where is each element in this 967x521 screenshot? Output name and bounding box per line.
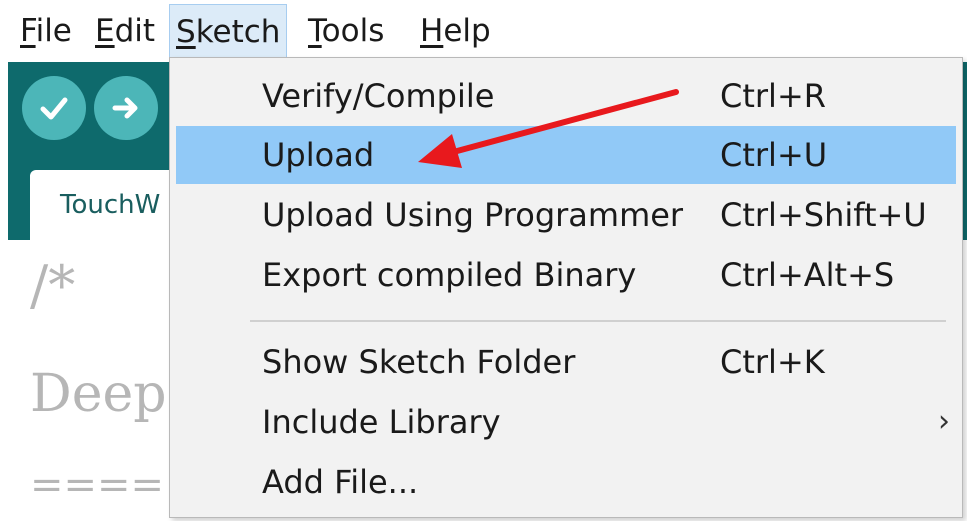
menu-item-add-file[interactable]: Add File... xyxy=(176,453,956,511)
menu-item-label: Upload Using Programmer xyxy=(262,196,684,234)
menu-item-verify-compile[interactable]: Verify/Compile Ctrl+R xyxy=(176,67,956,125)
menu-item-label: Upload xyxy=(262,136,375,174)
right-arrow-icon xyxy=(112,97,138,119)
chevron-right-icon: › xyxy=(938,404,950,439)
code-line: /* xyxy=(30,254,76,317)
menu-tools[interactable]: Tools xyxy=(302,4,390,58)
menu-item-show-sketch-folder[interactable]: Show Sketch Folder Ctrl+K xyxy=(176,333,956,391)
menu-item-include-library[interactable]: Include Library › xyxy=(176,393,956,451)
sketch-menu-dropdown: Verify/Compile Ctrl+R Upload Ctrl+U Uplo… xyxy=(169,57,963,518)
menu-item-upload-using-programmer[interactable]: Upload Using Programmer Ctrl+Shift+U xyxy=(176,186,956,244)
menu-item-label: Export compiled Binary xyxy=(262,256,637,294)
upload-button[interactable] xyxy=(94,76,158,140)
menu-item-shortcut: Ctrl+Alt+S xyxy=(720,256,895,294)
menu-separator xyxy=(250,320,946,322)
menu-item-shortcut: Ctrl+Shift+U xyxy=(720,196,927,234)
menu-file[interactable]: File xyxy=(14,4,78,58)
code-line: Deep xyxy=(30,364,167,424)
menu-item-shortcut: Ctrl+U xyxy=(720,136,828,174)
menu-item-label: Add File... xyxy=(262,463,419,501)
menu-help[interactable]: Help xyxy=(414,4,497,58)
menu-sketch[interactable]: Sketch xyxy=(169,4,288,58)
menu-item-label: Verify/Compile xyxy=(262,77,495,115)
menu-item-shortcut: Ctrl+K xyxy=(720,343,825,381)
menu-edit[interactable]: Edit xyxy=(89,4,161,58)
menu-item-shortcut: Ctrl+R xyxy=(720,77,826,115)
menu-item-export-compiled-binary[interactable]: Export compiled Binary Ctrl+Alt+S xyxy=(176,246,956,304)
menu-bar: File Edit Sketch Tools Help xyxy=(0,0,967,62)
verify-button[interactable] xyxy=(22,76,86,140)
menu-item-upload[interactable]: Upload Ctrl+U xyxy=(176,126,956,184)
code-line: ==== xyxy=(30,462,165,508)
checkmark-icon xyxy=(40,97,68,120)
menu-item-label: Show Sketch Folder xyxy=(262,343,576,381)
menu-item-label: Include Library xyxy=(262,403,501,441)
